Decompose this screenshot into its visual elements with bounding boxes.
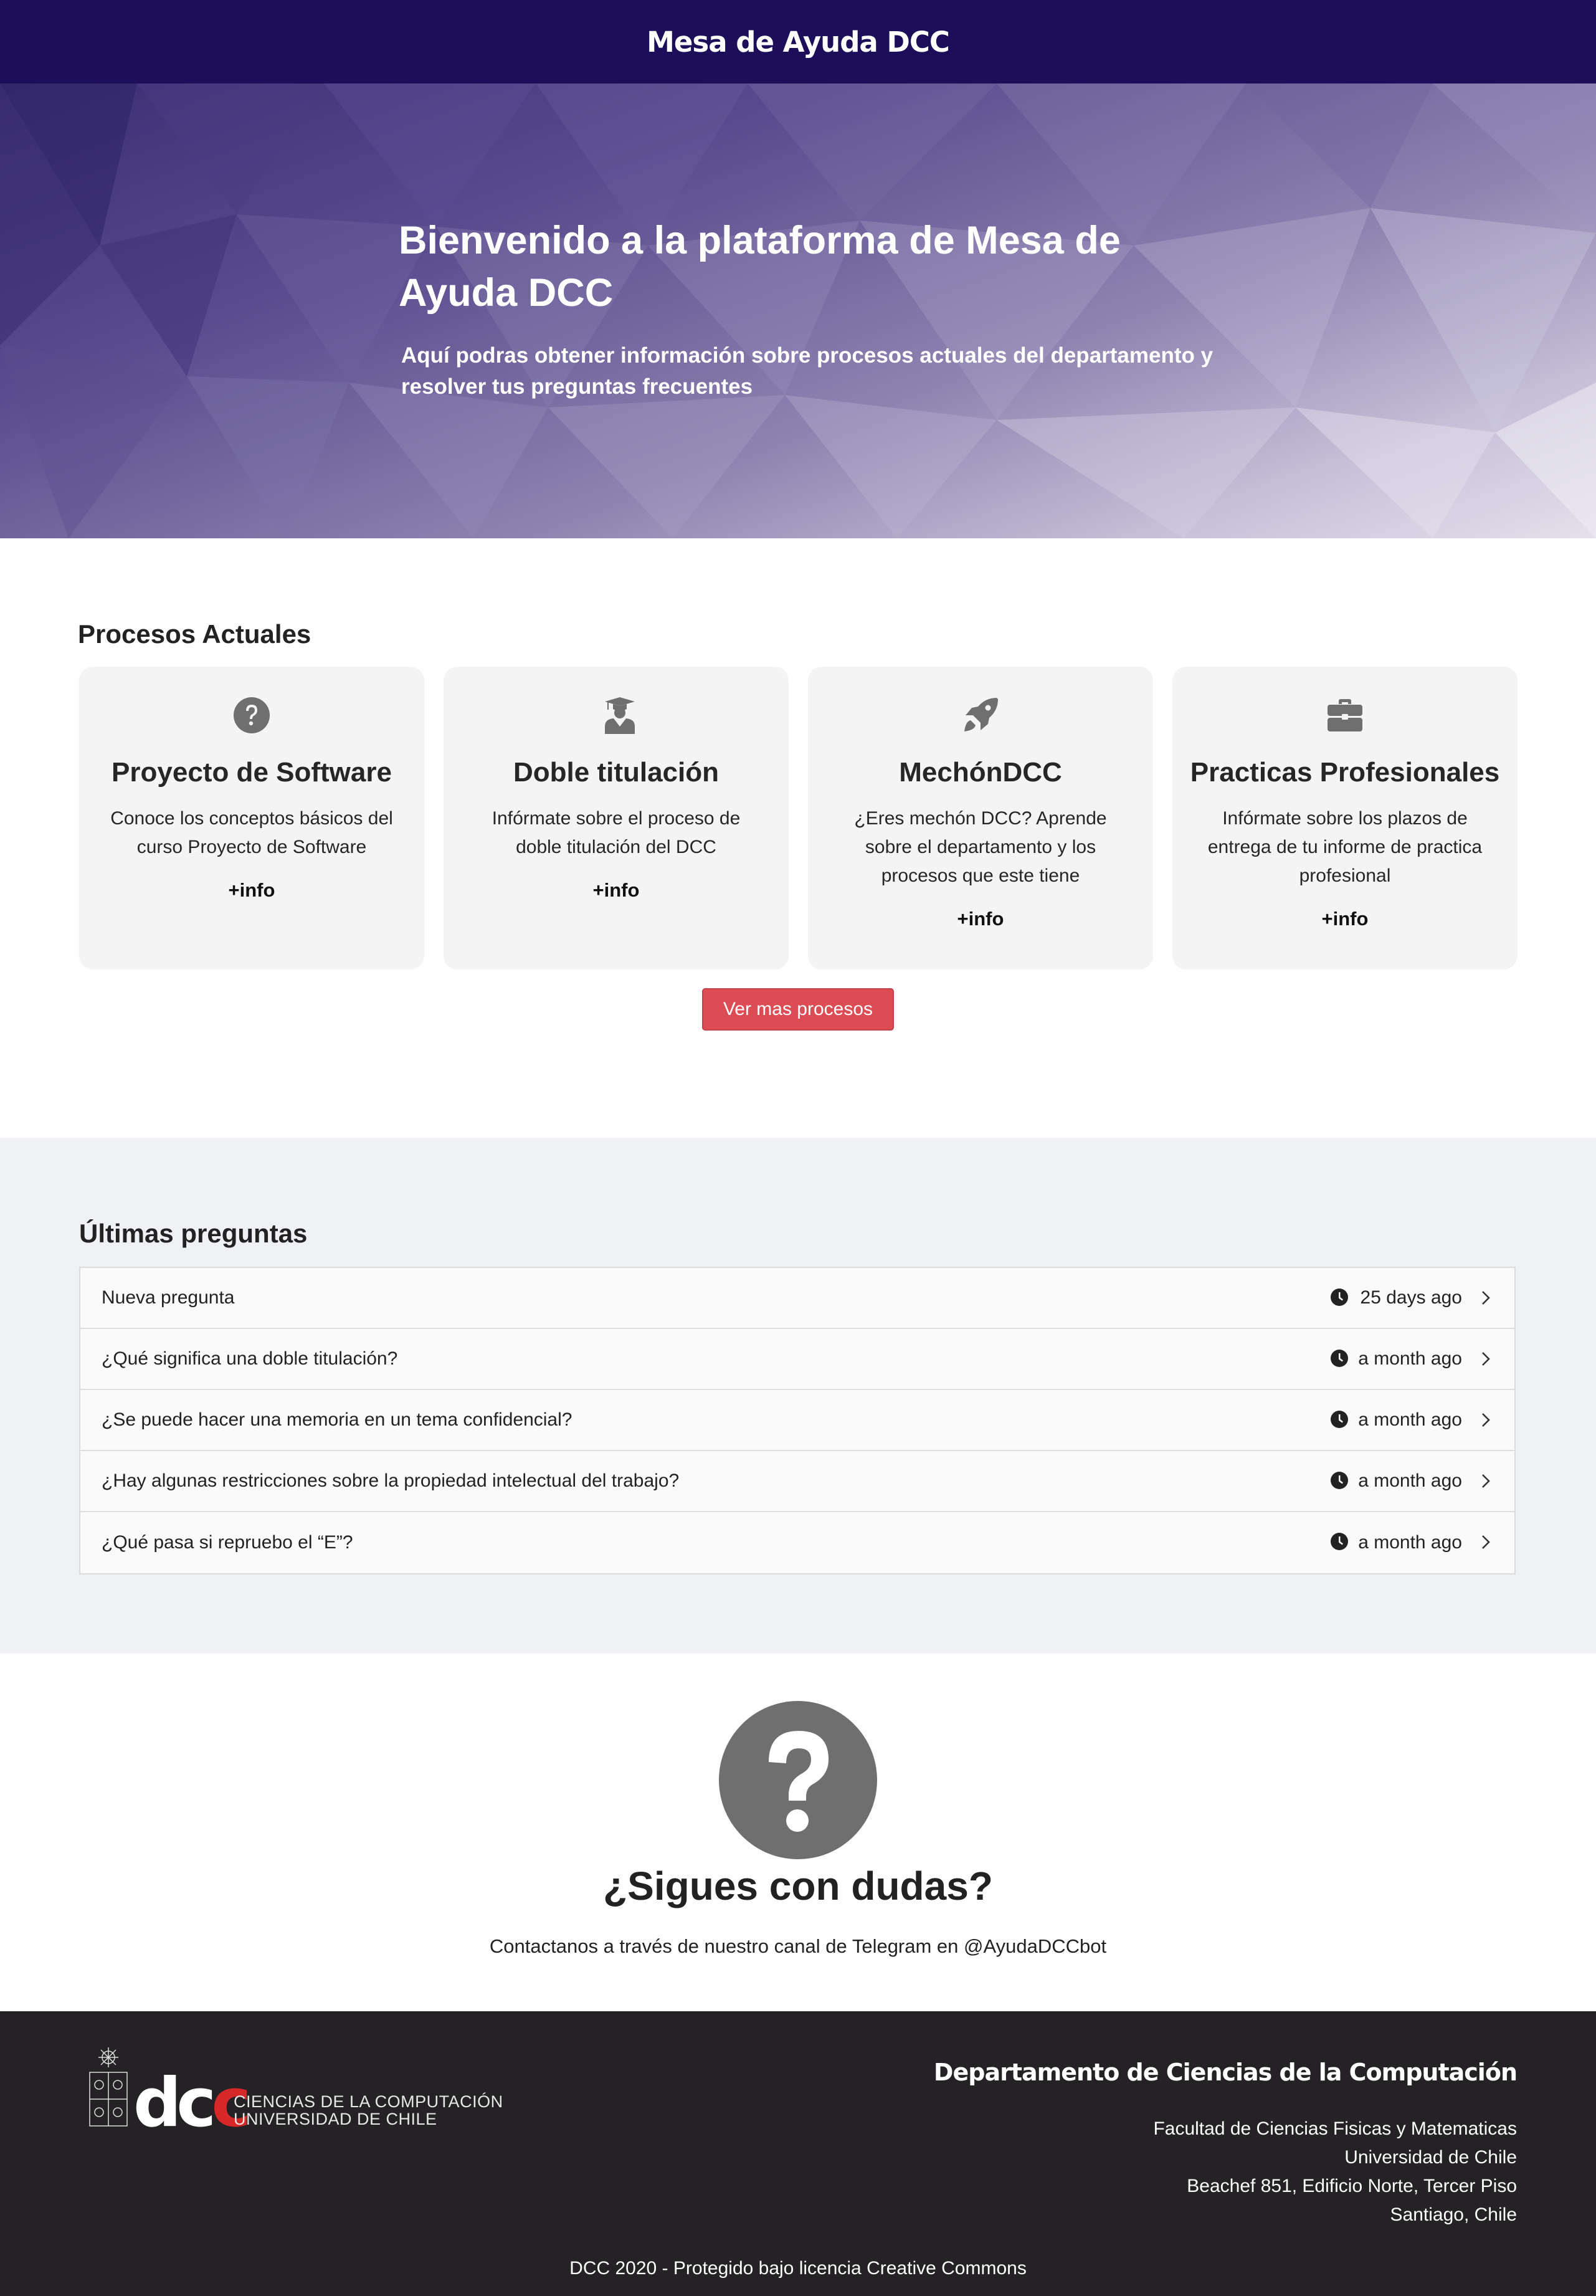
clock-icon xyxy=(1331,1472,1348,1489)
address-line: Facultad de Ciencias Fisicas y Matematic… xyxy=(1153,2118,1517,2139)
logo-text-line2: UNIVERSIDAD DE CHILE xyxy=(234,2110,437,2128)
pregunta-row[interactable]: ¿Se puede hacer una memoria en un tema c… xyxy=(80,1390,1514,1451)
hero-text: Bienvenido a la plataforma de Mesa de Ay… xyxy=(399,214,1227,403)
preguntas-list: Nueva pregunta 25 days ago ¿Qué signific… xyxy=(79,1267,1516,1574)
clock-icon xyxy=(1331,1289,1348,1306)
proceso-card-more-link[interactable]: +info xyxy=(229,879,275,902)
graduate-icon xyxy=(605,697,635,734)
preguntas-title: Últimas preguntas xyxy=(79,1219,308,1248)
chevron-right-icon xyxy=(1482,1535,1490,1549)
proceso-card-title: Proyecto de Software xyxy=(112,757,392,788)
address-line: Universidad de Chile xyxy=(1344,2147,1517,2168)
chevron-right-icon xyxy=(1482,1413,1490,1427)
proceso-card-desc: Conoce los conceptos básicos del curso P… xyxy=(110,808,393,857)
proceso-card-more-link[interactable]: +info xyxy=(593,879,640,902)
pregunta-time: a month ago xyxy=(1358,1532,1462,1553)
proceso-card-desc: Infórmate sobre el proceso de doble titu… xyxy=(492,808,741,857)
address-line: Santiago, Chile xyxy=(1390,2204,1517,2225)
rocket-icon xyxy=(964,698,998,731)
chevron-right-icon xyxy=(1482,1352,1490,1366)
pregunta-time: 25 days ago xyxy=(1360,1287,1462,1308)
pregunta-text: ¿Qué significa una doble titulación? xyxy=(102,1348,398,1369)
proceso-card-doble-titulacion[interactable]: Doble titulación Infórmate sobre el proc… xyxy=(444,667,789,969)
dudas-title: ¿Sigues con dudas? xyxy=(603,1864,993,1908)
pregunta-row[interactable]: ¿Qué significa una doble titulación? a m… xyxy=(80,1329,1514,1390)
proceso-card-more-link[interactable]: +info xyxy=(957,908,1004,930)
proceso-card-title: Doble titulación xyxy=(513,757,719,788)
pregunta-text: ¿Se puede hacer una memoria en un tema c… xyxy=(102,1409,572,1430)
pregunta-time: a month ago xyxy=(1358,1470,1462,1491)
clock-icon xyxy=(1331,1350,1348,1367)
procesos-cards: Proyecto de Software Conoce los concepto… xyxy=(79,667,1518,969)
pregunta-row[interactable]: ¿Hay algunas restricciones sobre la prop… xyxy=(80,1451,1514,1512)
proceso-card-desc: Infórmate sobre los plazos de entrega de… xyxy=(1207,808,1483,886)
proceso-card-title: Practicas Profesionales xyxy=(1190,757,1500,788)
ver-mas-procesos-button[interactable]: Ver mas procesos xyxy=(702,988,894,1031)
pregunta-text: ¿Hay algunas restricciones sobre la prop… xyxy=(102,1470,680,1491)
clock-icon xyxy=(1331,1411,1348,1428)
proceso-card-practicas[interactable]: Practicas Profesionales Infórmate sobre … xyxy=(1172,667,1518,969)
copyright: DCC 2020 - Protegido bajo licencia Creat… xyxy=(569,2258,1027,2279)
question-circle-icon xyxy=(234,697,270,733)
pregunta-time: a month ago xyxy=(1358,1409,1462,1430)
footer: dcc CIENCIAS DE LA COMPUTACIÓN UNIVERSID… xyxy=(0,2011,1596,2296)
pregunta-time: a month ago xyxy=(1358,1348,1462,1369)
briefcase-icon xyxy=(1328,699,1362,731)
address-line: Beachef 851, Edificio Norte, Tercer Piso xyxy=(1187,2176,1517,2196)
proceso-card-more-link[interactable]: +info xyxy=(1322,908,1369,930)
proceso-card-software[interactable]: Proyecto de Software Conoce los concepto… xyxy=(79,667,424,969)
clock-icon xyxy=(1331,1533,1348,1550)
dudas-text: Contactanos a través de nuestro canal de… xyxy=(489,1935,1107,1957)
procesos-title: Procesos Actuales xyxy=(78,619,311,649)
dudas-section: ¿Sigues con dudas? Contactanos a través … xyxy=(0,1654,1596,2011)
hero-title: Bienvenido a la plataforma de Mesa de Ay… xyxy=(399,219,1121,315)
navbar: Mesa de Ayuda DCC xyxy=(0,0,1596,83)
proceso-card-mechon[interactable]: MechónDCC ¿Eres mechón DCC? Aprende sobr… xyxy=(808,667,1153,969)
proceso-card-desc: ¿Eres mechón DCC? Aprende sobre el depar… xyxy=(854,808,1107,886)
pregunta-text: ¿Qué pasa si repruebo el “E”? xyxy=(102,1532,353,1553)
question-circle-icon xyxy=(719,1701,877,1859)
chevron-right-icon xyxy=(1482,1474,1490,1488)
hero-banner: Bienvenido a la plataforma de Mesa de Ay… xyxy=(0,83,1596,538)
brand-title[interactable]: Mesa de Ayuda DCC xyxy=(647,26,950,59)
proceso-card-title: MechónDCC xyxy=(899,757,1062,788)
pregunta-text: Nueva pregunta xyxy=(102,1287,235,1308)
university-seal-icon xyxy=(89,2047,128,2127)
hero-subtitle: Aquí podras obtener información sobre pr… xyxy=(401,343,1214,399)
svg-text:dcc: dcc xyxy=(133,2064,247,2131)
logo-text-line1: CIENCIAS DE LA COMPUTACIÓN xyxy=(234,2092,503,2111)
address-block: Facultad de Ciencias Fisicas y Matematic… xyxy=(1153,2115,1517,2229)
department-name: Departamento de Ciencias de la Computaci… xyxy=(933,2059,1518,2086)
procesos-section: Procesos Actuales Proyecto de Software C… xyxy=(0,538,1596,1138)
preguntas-section: Últimas preguntas Nueva pregunta 25 days… xyxy=(0,1138,1596,1654)
chevron-right-icon xyxy=(1482,1291,1490,1305)
pregunta-row[interactable]: Nueva pregunta 25 days ago xyxy=(80,1268,1514,1329)
pregunta-row[interactable]: ¿Qué pasa si repruebo el “E”? a month ag… xyxy=(80,1512,1514,1573)
